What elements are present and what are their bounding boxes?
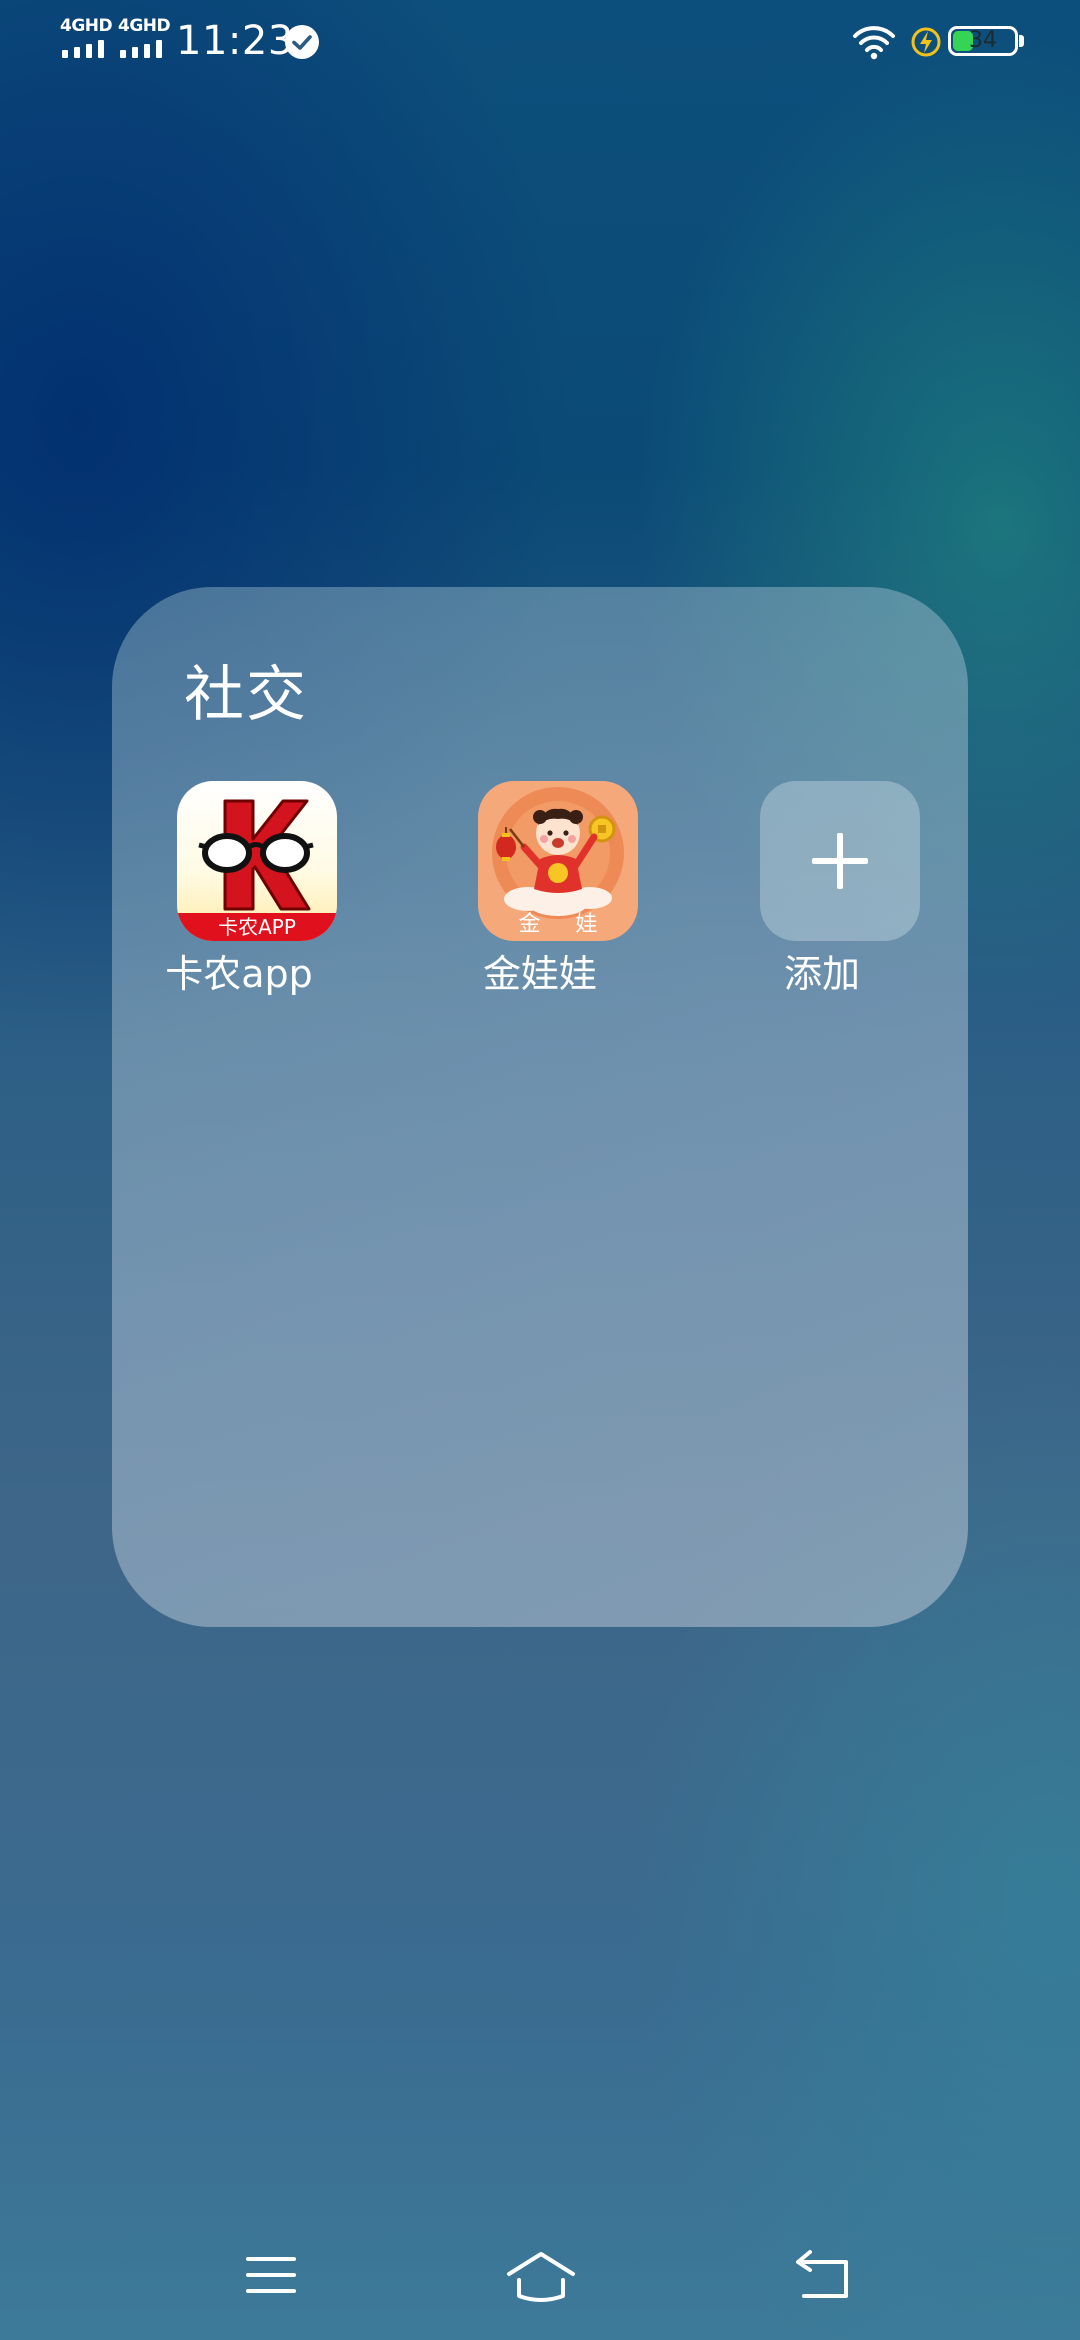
signal-icon (120, 40, 168, 58)
network-type-label: 4GHD (118, 16, 171, 36)
app-kanong[interactable]: 卡农APP 卡农app (119, 781, 359, 1021)
app-label[interactable]: 金娃娃 (420, 949, 660, 999)
app-label[interactable]: 添加 (702, 949, 942, 999)
battery-percent-text: 34 (969, 28, 997, 53)
app-jinwawa[interactable]: 金 娃 娃 金娃娃 (420, 781, 660, 1021)
signal-icon (62, 40, 110, 58)
back-icon[interactable] (788, 2240, 858, 2310)
battery-icon: 34 (948, 26, 1018, 56)
jinwawa-icon-caption: 金 娃 娃 (518, 912, 612, 937)
clock: 11:23 (176, 18, 294, 64)
app-label[interactable]: 卡农app (119, 949, 359, 999)
signal-sim1: 4GHD (60, 16, 113, 60)
kanong-icon-band: 卡农APP (177, 913, 337, 941)
signal-sim2: 4GHD (118, 16, 171, 60)
folder-title[interactable]: 社交 (184, 657, 308, 733)
verified-check-icon (285, 25, 319, 59)
kanong-app-icon[interactable]: 卡农APP (177, 781, 337, 941)
app-folder: 社交 卡农APP 卡农app 金 娃 金娃娃 添加 (112, 587, 968, 1627)
add-app-button[interactable]: 添加 (702, 781, 942, 1021)
charging-icon (911, 27, 941, 57)
add-app-tile[interactable] (760, 781, 920, 941)
wifi-icon (853, 26, 895, 60)
plus-icon (812, 833, 868, 889)
home-icon[interactable] (505, 2240, 577, 2310)
status-bar: 4GHD 4GHD 11:23 34 (0, 0, 1080, 84)
network-type-label: 4GHD (60, 16, 113, 36)
jinwawa-app-icon[interactable]: 金 娃 娃 (478, 781, 638, 941)
menu-icon[interactable] (236, 2240, 306, 2310)
battery-tip (1019, 35, 1024, 47)
